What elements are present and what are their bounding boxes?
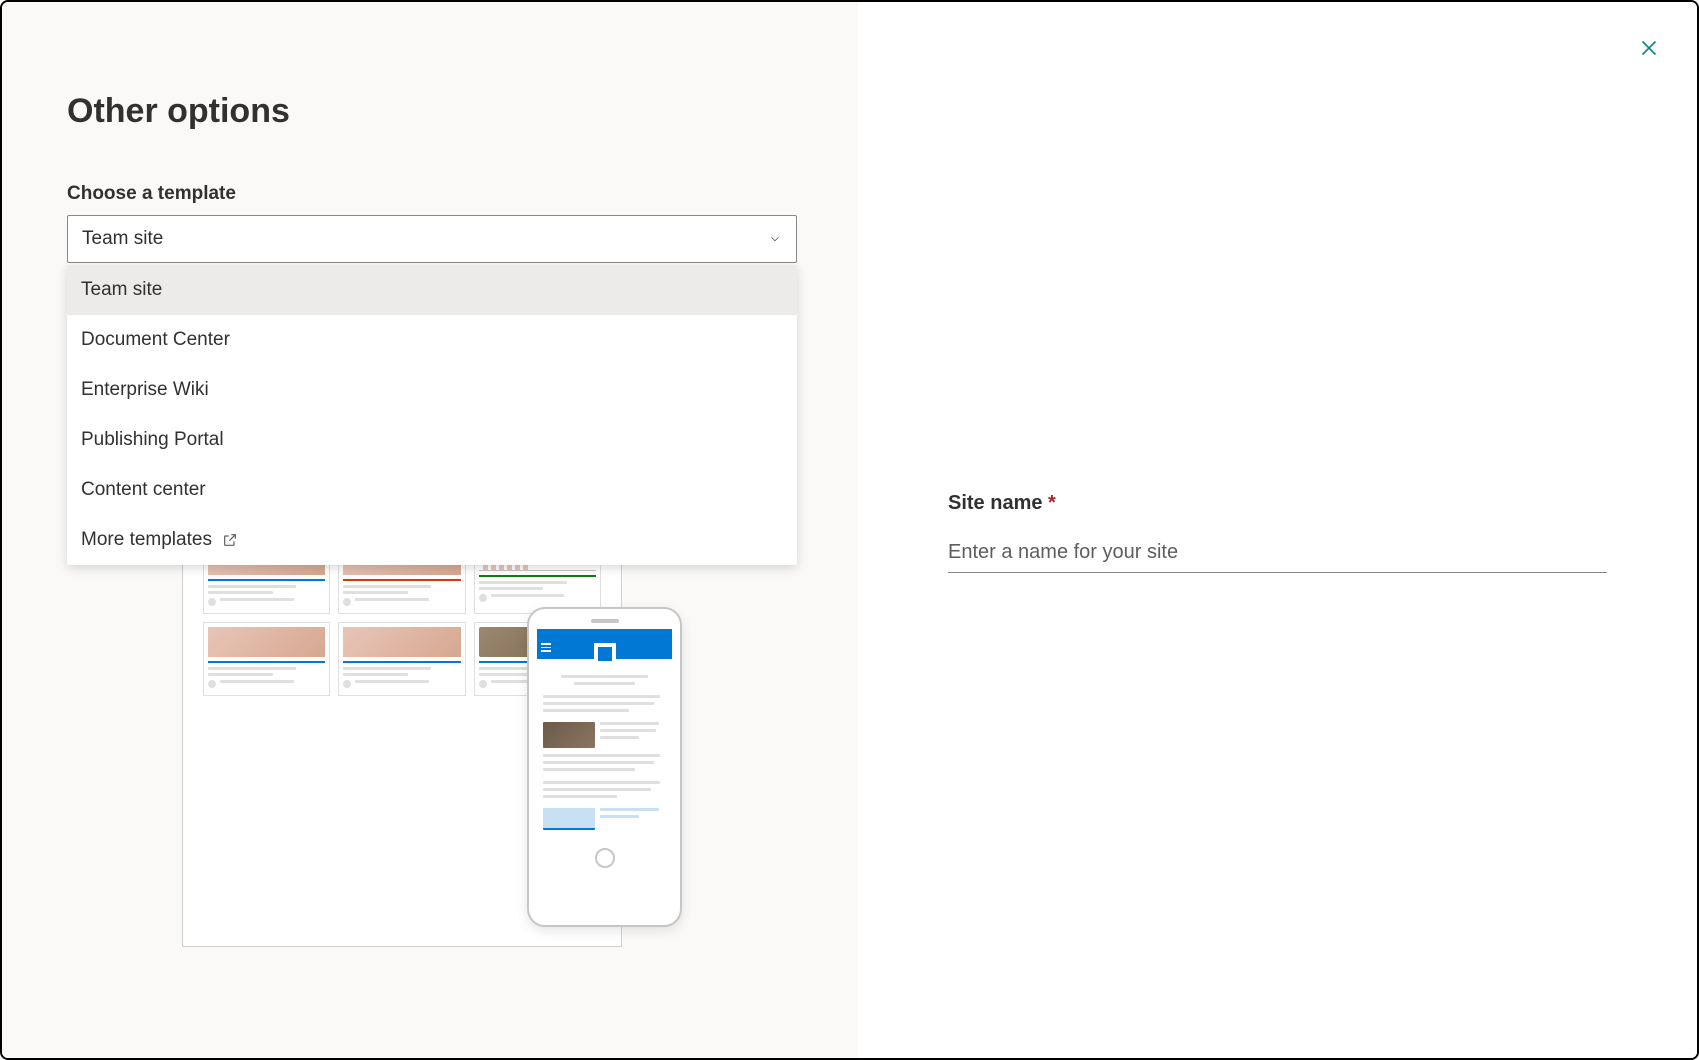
chevron-down-icon — [768, 232, 782, 246]
template-dropdown: Team site Team site Document Center Ente… — [67, 215, 797, 263]
close-button[interactable] — [1631, 30, 1667, 66]
page-title: Other options — [67, 92, 793, 131]
left-panel: Other options Choose a template Team sit… — [2, 2, 858, 1058]
template-option-enterprise-wiki[interactable]: Enterprise Wiki — [67, 365, 797, 415]
template-select[interactable]: Team site — [67, 215, 797, 263]
right-panel: Site name * — [858, 2, 1697, 1058]
template-selected-value: Team site — [82, 228, 163, 250]
site-name-input[interactable] — [948, 533, 1607, 573]
external-link-icon — [222, 532, 238, 548]
template-option-publishing-portal[interactable]: Publishing Portal — [67, 415, 797, 465]
template-option-team-site[interactable]: Team site — [67, 265, 797, 315]
template-option-document-center[interactable]: Document Center — [67, 315, 797, 365]
required-asterisk: * — [1048, 492, 1056, 514]
template-dropdown-menu: Team site Document Center Enterprise Wik… — [67, 265, 797, 565]
site-name-label: Site name * — [948, 492, 1607, 515]
template-label: Choose a template — [67, 183, 793, 205]
template-option-more-templates[interactable]: More templates — [67, 515, 797, 565]
template-option-content-center[interactable]: Content center — [67, 465, 797, 515]
close-icon — [1636, 35, 1662, 61]
create-site-dialog: Other options Choose a template Team sit… — [0, 0, 1699, 1060]
